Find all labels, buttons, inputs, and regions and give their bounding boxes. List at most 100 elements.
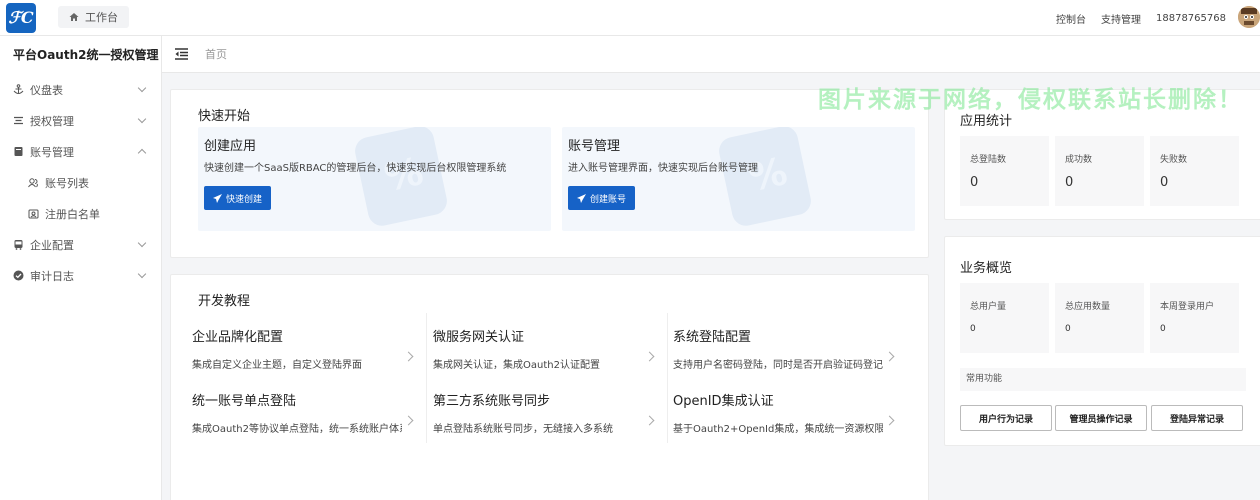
chevron-right-icon (644, 415, 655, 426)
percent-decoration-icon: % (352, 127, 450, 229)
tutorial-item[interactable]: 系统登陆配置 支持用户名密码登陆，同时是否开启验证码登记 (673, 326, 895, 382)
tutorial-desc: 集成网关认证，集成Oauth2认证配置 (433, 360, 600, 371)
sidebar-item-label: 注册白名单 (45, 207, 100, 221)
sidebar: 平台Oauth2统一授权管理 仪盘表 授权管理 账号管理 账号列表 注册白名单 (0, 36, 162, 500)
accounts-icon (28, 177, 39, 188)
quick-create-button[interactable]: 快速创建 (204, 186, 272, 210)
account-mgmt-title: 账号管理 (568, 139, 621, 154)
stat-label: 总用户量 (970, 302, 1007, 312)
sidebar-item-label: 账号列表 (45, 176, 89, 190)
avatar[interactable] (1238, 6, 1260, 28)
tutorial-title: 系统登陆配置 (673, 330, 752, 345)
stat-weekly-users: 本周登录用户 0 (1150, 283, 1239, 353)
stat-label: 本周登录用户 (1160, 302, 1215, 312)
sidebar-item-label: 审计日志 (30, 269, 74, 283)
stat-value: 0 (1065, 175, 1074, 190)
stat-label: 总应用数量 (1065, 302, 1111, 312)
tutorial-desc: 支持用户名密码登陆，同时是否开启验证码登记 (673, 360, 883, 371)
bus-icon (13, 239, 24, 250)
check-circle-icon (13, 270, 24, 281)
sidebar-item-label: 仪盘表 (30, 83, 63, 97)
tutorial-desc: 集成自定义企业主题，自定义登陆界面 (192, 360, 362, 371)
stat-failed: 失败数 0 (1150, 136, 1239, 206)
tab-workbench[interactable]: 工作台 (58, 6, 129, 28)
breadcrumb-home[interactable]: 首页 (205, 36, 227, 73)
sidebar-item-account-list[interactable]: 账号列表 (0, 167, 161, 198)
whitelist-icon (28, 208, 39, 219)
create-app-title: 创建应用 (204, 139, 257, 154)
tutorial-desc: 基于Oauth2+OpenId集成，集成统一资源权限 (673, 424, 883, 435)
column-divider (667, 313, 668, 443)
stat-label: 失败数 (1160, 155, 1188, 165)
account-mgmt-panel: % 账号管理 进入账号管理界面，快速实现后台账号管理 创建账号 (562, 127, 915, 231)
user-phone[interactable]: 18878765768 (1156, 13, 1226, 24)
tutorials-title: 开发教程 (198, 294, 251, 309)
admin-ops-button[interactable]: 管理员操作记录 (1055, 405, 1147, 431)
stat-value: 0 (1065, 324, 1071, 334)
sidebar-item-label: 账号管理 (30, 145, 74, 159)
stat-total-apps: 总应用数量 0 (1055, 283, 1144, 353)
chevron-right-icon (403, 351, 414, 362)
top-header: ℱC 工作台 控制台 支持管理 18878765768 (0, 0, 1260, 36)
column-divider (426, 313, 427, 443)
tutorial-desc: 集成Oauth2等协议单点登陆，统一系统账户体系 (192, 424, 402, 435)
app-logo[interactable]: ℱC (6, 3, 36, 33)
paper-plane-icon (577, 193, 586, 203)
sidebar-title: 平台Oauth2统一授权管理 (13, 48, 159, 62)
quick-create-label: 快速创建 (226, 193, 263, 204)
header-links: 控制台 支持管理 18878765768 (1056, 0, 1226, 36)
tutorial-title: 微服务网关认证 (433, 330, 525, 345)
stat-success: 成功数 0 (1055, 136, 1144, 206)
console-link[interactable]: 控制台 (1056, 11, 1086, 26)
tutorial-title: 统一账号单点登陆 (192, 394, 297, 409)
workbench-label: 工作台 (85, 11, 118, 24)
chevron-down-icon (137, 238, 147, 248)
tutorials-card: 开发教程 企业品牌化配置 集成自定义企业主题，自定义登陆界面 微服务网关认证 集… (170, 274, 929, 500)
stat-value: 0 (1160, 324, 1166, 334)
stat-total-logins: 总登陆数 0 (960, 136, 1049, 206)
menu-fold-icon[interactable] (175, 48, 188, 60)
tutorial-title: 企业品牌化配置 (192, 330, 284, 345)
sidebar-item-label: 企业配置 (30, 238, 74, 252)
sidebar-item-audit[interactable]: 审计日志 (0, 260, 161, 291)
list-icon (13, 115, 24, 126)
stat-label: 成功数 (1065, 155, 1093, 165)
quick-start-card: 快速开始 % 创建应用 快速创建一个SaaS版RBAC的管理后台，快速实现后台权… (170, 89, 929, 258)
chevron-right-icon (884, 351, 895, 362)
support-link[interactable]: 支持管理 (1101, 11, 1141, 26)
sidebar-item-account[interactable]: 账号管理 (0, 136, 161, 167)
login-anomaly-button[interactable]: 登陆异常记录 (1151, 405, 1243, 431)
book-icon (13, 146, 24, 157)
chevron-right-icon (403, 415, 414, 426)
create-account-label: 创建账号 (590, 193, 627, 204)
create-app-desc: 快速创建一个SaaS版RBAC的管理后台，快速实现后台权限管理系统 (204, 163, 507, 174)
breadcrumb: 首页 (162, 36, 1260, 73)
tutorial-item[interactable]: 企业品牌化配置 集成自定义企业主题，自定义登陆界面 (192, 326, 414, 382)
paper-plane-icon (213, 193, 222, 203)
sidebar-item-auth[interactable]: 授权管理 (0, 105, 161, 136)
stat-label: 总登陆数 (970, 155, 1007, 165)
chevron-down-icon (137, 269, 147, 279)
tutorial-title: OpenID集成认证 (673, 394, 774, 409)
tutorial-title: 第三方系统账号同步 (433, 394, 551, 409)
tutorial-item[interactable]: 微服务网关认证 集成网关认证，集成Oauth2认证配置 (433, 326, 655, 382)
percent-decoration-icon: % (716, 127, 814, 229)
tutorial-item[interactable]: OpenID集成认证 基于Oauth2+OpenId集成，集成统一资源权限 (673, 390, 895, 446)
business-overview-card: 业务概览 总用户量 0 总应用数量 0 本周登录用户 0 常用功能 用户行为记录… (944, 236, 1260, 446)
stat-value: 0 (970, 175, 979, 190)
anchor-icon (13, 84, 24, 95)
tutorial-item[interactable]: 统一账号单点登陆 集成Oauth2等协议单点登陆，统一系统账户体系 (192, 390, 414, 446)
sidebar-item-dashboard[interactable]: 仪盘表 (0, 74, 161, 105)
chevron-up-icon (137, 148, 147, 158)
home-icon (69, 13, 79, 21)
chevron-down-icon (137, 114, 147, 124)
sidebar-item-whitelist[interactable]: 注册白名单 (0, 198, 161, 229)
sidebar-item-enterprise[interactable]: 企业配置 (0, 229, 161, 260)
user-behavior-button[interactable]: 用户行为记录 (960, 405, 1052, 431)
common-functions-label: 常用功能 (960, 368, 1246, 391)
stat-value: 0 (1160, 175, 1169, 190)
create-account-button[interactable]: 创建账号 (568, 186, 636, 210)
chevron-down-icon (137, 83, 147, 93)
watermark-text: 图片来源于网络，侵权联系站长删除！ (818, 87, 1243, 113)
tutorial-item[interactable]: 第三方系统账号同步 单点登陆系统账号同步，无缝接入多系统 (433, 390, 655, 446)
